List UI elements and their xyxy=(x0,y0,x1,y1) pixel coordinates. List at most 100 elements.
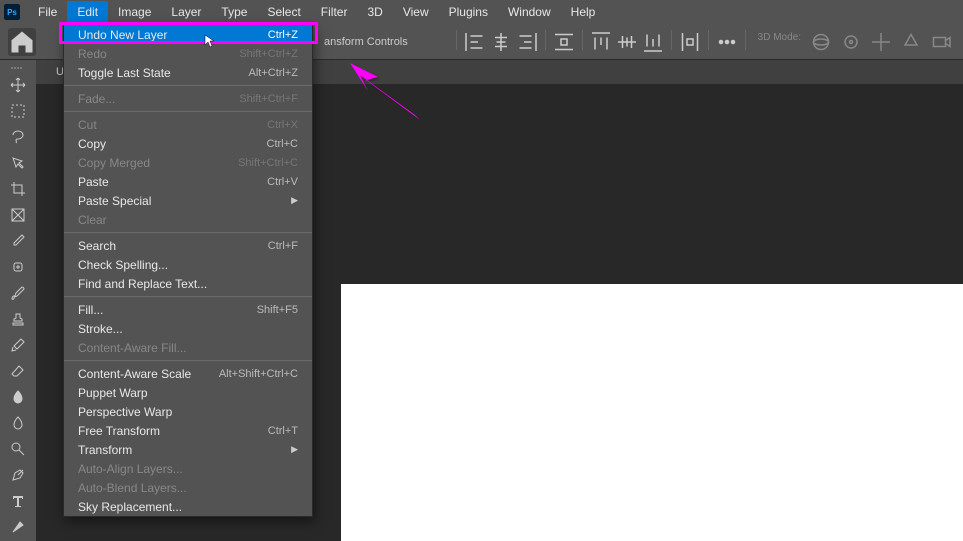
menu-item-copy[interactable]: Copy Ctrl+C xyxy=(64,134,312,153)
menu-item-label: Content-Aware Scale xyxy=(78,367,191,381)
menu-item-copy-merged: Copy MergedShift+Ctrl+C xyxy=(64,153,312,172)
menu-item-puppet-warp[interactable]: Puppet Warp xyxy=(64,383,312,402)
menu-item-content-aware-scale[interactable]: Content-Aware Scale Alt+Shift+Ctrl+C xyxy=(64,364,312,383)
menu-item-label: Copy xyxy=(78,137,106,151)
divider xyxy=(582,30,583,50)
menu-item-label: Paste Special xyxy=(78,194,151,208)
eyedropper-tool-icon[interactable] xyxy=(4,228,32,254)
menu-item-paste[interactable]: PasteCtrl+V xyxy=(64,172,312,191)
tools-panel xyxy=(0,60,36,540)
blur-tool-icon[interactable] xyxy=(4,410,32,436)
align-right-icon[interactable] xyxy=(515,30,539,54)
path-tool-icon[interactable] xyxy=(4,514,32,540)
menu-edit[interactable]: Edit xyxy=(67,1,108,23)
menu-item-shortcut: Shift+F5 xyxy=(257,304,298,316)
menu-item-label: Cut xyxy=(78,118,97,132)
3d-orbit-icon[interactable] xyxy=(809,30,833,54)
menubar: Ps File Edit Image Layer Type Select Fil… xyxy=(0,0,963,24)
align-bottom-icon[interactable] xyxy=(641,30,665,54)
crop-tool-icon[interactable] xyxy=(4,176,32,202)
menu-help[interactable]: Help xyxy=(561,1,606,23)
more-options-icon[interactable] xyxy=(715,30,739,54)
distribute-v-icon[interactable] xyxy=(678,30,702,54)
menu-item-transform[interactable]: Transform▶ xyxy=(64,440,312,459)
menu-type[interactable]: Type xyxy=(211,1,257,23)
menu-item-undo-new-layer[interactable]: Undo New LayerCtrl+Z xyxy=(64,25,312,44)
menu-item-auto-blend-layers: Auto-Blend Layers... xyxy=(64,478,312,497)
menu-separator xyxy=(64,111,312,112)
menu-item-label: Copy Merged xyxy=(78,156,150,170)
3d-camera-icon[interactable] xyxy=(929,30,953,54)
menu-item-label: Sky Replacement... xyxy=(78,500,182,514)
menu-item-paste-special[interactable]: Paste Special ▶ xyxy=(64,191,312,210)
menu-item-label: Perspective Warp xyxy=(78,405,172,419)
menu-item-label: Check Spelling... xyxy=(78,258,168,272)
menu-file[interactable]: File xyxy=(28,1,67,23)
menu-item-shortcut: Alt+Ctrl+Z xyxy=(248,67,298,79)
divider xyxy=(745,30,746,50)
divider xyxy=(545,30,546,50)
submenu-arrow-icon: ▶ xyxy=(291,444,298,455)
3d-pan-icon[interactable] xyxy=(839,30,863,54)
3d-scale-icon[interactable] xyxy=(899,30,923,54)
menu-item-label: Undo New Layer xyxy=(78,28,167,42)
align-center-h-icon[interactable] xyxy=(489,30,513,54)
lasso-tool-icon[interactable] xyxy=(4,124,32,150)
menu-item-shortcut: Ctrl+F xyxy=(268,240,298,252)
dodge-tool-icon[interactable] xyxy=(4,436,32,462)
menu-plugins[interactable]: Plugins xyxy=(439,1,498,23)
menu-image[interactable]: Image xyxy=(108,1,161,23)
menu-item-perspective-warp[interactable]: Perspective Warp xyxy=(64,402,312,421)
healing-tool-icon[interactable] xyxy=(4,254,32,280)
menu-item-shortcut: Ctrl+X xyxy=(267,119,298,131)
menu-item-fade: Fade...Shift+Ctrl+F xyxy=(64,89,312,108)
menu-item-auto-align-layers: Auto-Align Layers... xyxy=(64,459,312,478)
menu-filter[interactable]: Filter xyxy=(311,1,358,23)
menu-view[interactable]: View xyxy=(393,1,439,23)
menu-item-label: Free Transform xyxy=(78,424,160,438)
eraser-tool-icon[interactable] xyxy=(4,358,32,384)
stamp-tool-icon[interactable] xyxy=(4,306,32,332)
frame-tool-icon[interactable] xyxy=(4,202,32,228)
menu-item-find-and-replace-text[interactable]: Find and Replace Text... xyxy=(64,274,312,293)
menu-item-toggle-last-state[interactable]: Toggle Last State Alt+Ctrl+Z xyxy=(64,63,312,82)
menu-item-check-spelling[interactable]: Check Spelling... xyxy=(64,255,312,274)
menu-item-shortcut: Alt+Shift+Ctrl+C xyxy=(219,368,298,380)
menu-item-content-aware-fill: Content-Aware Fill... xyxy=(64,338,312,357)
brush-tool-icon[interactable] xyxy=(4,280,32,306)
menu-item-free-transform[interactable]: Free Transform Ctrl+T xyxy=(64,421,312,440)
history-brush-icon[interactable] xyxy=(4,332,32,358)
align-left-icon[interactable] xyxy=(463,30,487,54)
3d-mode-label: 3D Mode: xyxy=(752,30,807,54)
type-tool-icon[interactable] xyxy=(4,488,32,514)
align-top-icon[interactable] xyxy=(589,30,613,54)
menu-item-shortcut: Ctrl+C xyxy=(267,138,298,150)
selection-tool-icon[interactable] xyxy=(4,150,32,176)
menu-select[interactable]: Select xyxy=(257,1,310,23)
menu-item-search[interactable]: SearchCtrl+F xyxy=(64,236,312,255)
menu-window[interactable]: Window xyxy=(498,1,561,23)
document-canvas[interactable] xyxy=(341,284,963,541)
tools-drag-handle[interactable] xyxy=(0,64,36,72)
menu-item-label: Auto-Align Layers... xyxy=(78,462,183,476)
menu-layer[interactable]: Layer xyxy=(161,1,211,23)
menu-item-shortcut: Ctrl+T xyxy=(268,425,298,437)
pen-tool-icon[interactable] xyxy=(4,462,32,488)
gradient-tool-icon[interactable] xyxy=(4,384,32,410)
menu-item-fill[interactable]: Fill... Shift+F5 xyxy=(64,300,312,319)
menu-separator xyxy=(64,360,312,361)
menu-item-label: Toggle Last State xyxy=(78,66,171,80)
menu-item-label: Fill... xyxy=(78,303,103,317)
distribute-h-icon[interactable] xyxy=(552,30,576,54)
marquee-tool-icon[interactable] xyxy=(4,98,32,124)
menu-item-label: Stroke... xyxy=(78,322,123,336)
submenu-arrow-icon: ▶ xyxy=(291,195,298,206)
3d-move-icon[interactable] xyxy=(869,30,893,54)
menu-item-stroke[interactable]: Stroke... xyxy=(64,319,312,338)
align-center-v-icon[interactable] xyxy=(615,30,639,54)
menu-item-shortcut: Shift+Ctrl+F xyxy=(239,93,298,105)
home-button[interactable] xyxy=(8,28,36,56)
move-tool-icon[interactable] xyxy=(4,72,32,98)
menu-item-sky-replacement[interactable]: Sky Replacement... xyxy=(64,497,312,516)
menu-3d[interactable]: 3D xyxy=(357,1,392,23)
